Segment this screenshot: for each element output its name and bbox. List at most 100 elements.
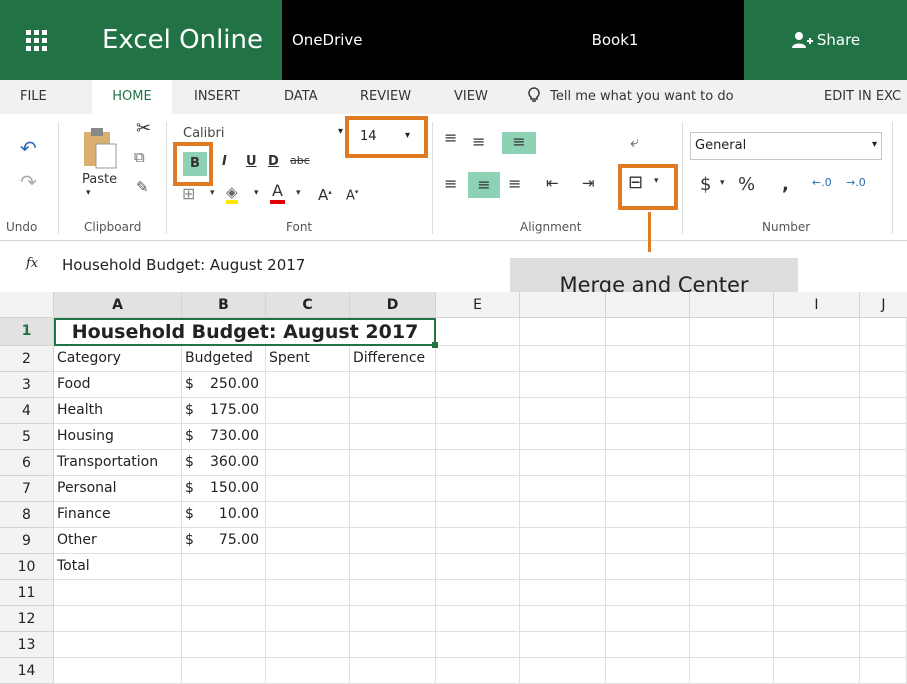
row-header[interactable]: 3 (0, 372, 54, 398)
cell[interactable] (520, 632, 606, 658)
column-header-h[interactable] (690, 292, 774, 318)
cell[interactable] (350, 502, 436, 528)
cell[interactable] (774, 606, 860, 632)
cell[interactable] (436, 502, 520, 528)
cell[interactable] (520, 372, 606, 398)
cell[interactable] (690, 632, 774, 658)
percent-button[interactable]: % (738, 174, 755, 195)
tab-insert[interactable]: INSERT (194, 80, 240, 114)
cell[interactable] (860, 632, 907, 658)
row-header[interactable]: 2 (0, 346, 54, 372)
cell[interactable] (606, 658, 690, 684)
cell[interactable] (774, 632, 860, 658)
cell[interactable] (350, 528, 436, 554)
cell[interactable] (182, 632, 266, 658)
cell[interactable] (860, 450, 907, 476)
cell[interactable] (266, 372, 350, 398)
row-header[interactable]: 11 (0, 580, 54, 606)
row-header[interactable]: 12 (0, 606, 54, 632)
tab-home[interactable]: HOME (92, 80, 172, 115)
cell[interactable] (606, 502, 690, 528)
cell[interactable] (266, 450, 350, 476)
column-header-j[interactable]: J (860, 292, 907, 318)
cell[interactable] (860, 502, 907, 528)
cell[interactable]: Total (54, 554, 182, 580)
cell[interactable] (436, 318, 520, 346)
cell[interactable] (860, 398, 907, 424)
align-center-icon[interactable]: ≡ (468, 172, 500, 198)
cell[interactable]: $150.00 (182, 476, 266, 502)
app-launcher-button[interactable] (0, 0, 72, 80)
font-color-dropdown-icon[interactable]: ▾ (296, 188, 301, 198)
cell[interactable] (266, 398, 350, 424)
cell[interactable] (606, 318, 690, 346)
cell[interactable]: Health (54, 398, 182, 424)
merged-title-cell[interactable]: Household Budget: August 2017 (54, 318, 436, 346)
column-header-c[interactable]: C (266, 292, 350, 318)
cell[interactable] (774, 372, 860, 398)
cell[interactable] (520, 502, 606, 528)
cell[interactable] (774, 502, 860, 528)
cell[interactable]: Food (54, 372, 182, 398)
cell[interactable] (350, 632, 436, 658)
cell[interactable] (606, 450, 690, 476)
cell[interactable] (436, 632, 520, 658)
tell-me-box[interactable]: Tell me what you want to do (528, 80, 734, 114)
cell[interactable] (266, 606, 350, 632)
row-header[interactable]: 9 (0, 528, 54, 554)
row-header[interactable]: 14 (0, 658, 54, 684)
cell[interactable] (182, 606, 266, 632)
cell[interactable] (606, 554, 690, 580)
select-all-corner[interactable] (0, 292, 54, 318)
increase-decimal-icon[interactable]: ←.0 (812, 176, 832, 189)
cell[interactable] (520, 424, 606, 450)
cell[interactable] (690, 658, 774, 684)
increase-indent-icon[interactable]: ⇥ (582, 174, 595, 192)
cell[interactable] (350, 658, 436, 684)
cell[interactable] (774, 450, 860, 476)
cell[interactable]: $250.00 (182, 372, 266, 398)
cell[interactable] (860, 606, 907, 632)
tab-file[interactable]: FILE (20, 80, 47, 114)
borders-icon[interactable]: ⊞ (182, 184, 195, 203)
strikethrough-button[interactable]: abc (290, 154, 310, 167)
tab-review[interactable]: REVIEW (360, 80, 411, 114)
cell[interactable] (520, 346, 606, 372)
align-right-icon[interactable]: ≡ (508, 174, 521, 193)
cell[interactable] (606, 372, 690, 398)
cell[interactable] (860, 554, 907, 580)
cell[interactable] (774, 554, 860, 580)
cell[interactable] (350, 424, 436, 450)
cell[interactable] (54, 606, 182, 632)
cell[interactable]: $10.00 (182, 502, 266, 528)
cell[interactable] (54, 632, 182, 658)
underline-button[interactable]: U (246, 154, 257, 169)
cell[interactable] (520, 476, 606, 502)
cell[interactable] (182, 580, 266, 606)
align-bottom-icon[interactable]: ≡ (502, 132, 536, 154)
align-left-icon[interactable]: ≡ (444, 174, 457, 193)
cell[interactable] (606, 632, 690, 658)
document-title[interactable]: Book1 (560, 0, 670, 80)
decrease-font-size-icon[interactable]: A▾ (346, 188, 358, 203)
cell[interactable] (520, 398, 606, 424)
edit-in-excel-button[interactable]: EDIT IN EXC (824, 80, 901, 114)
cell[interactable] (182, 658, 266, 684)
column-header-a[interactable]: A (54, 292, 182, 318)
cell[interactable] (350, 476, 436, 502)
undo-icon[interactable]: ↶ (20, 136, 37, 160)
cell[interactable] (266, 554, 350, 580)
column-header-d[interactable]: D (350, 292, 436, 318)
cell[interactable] (436, 554, 520, 580)
decrease-decimal-icon[interactable]: →.0 (846, 176, 866, 189)
cell[interactable] (690, 398, 774, 424)
cell[interactable] (860, 528, 907, 554)
cell[interactable] (690, 476, 774, 502)
cell[interactable] (606, 346, 690, 372)
formula-input[interactable]: Household Budget: August 2017 (62, 256, 502, 274)
increase-font-size-icon[interactable]: A▴ (318, 186, 332, 204)
cell[interactable] (520, 580, 606, 606)
cell[interactable]: Finance (54, 502, 182, 528)
cell[interactable] (266, 528, 350, 554)
cell[interactable] (860, 346, 907, 372)
